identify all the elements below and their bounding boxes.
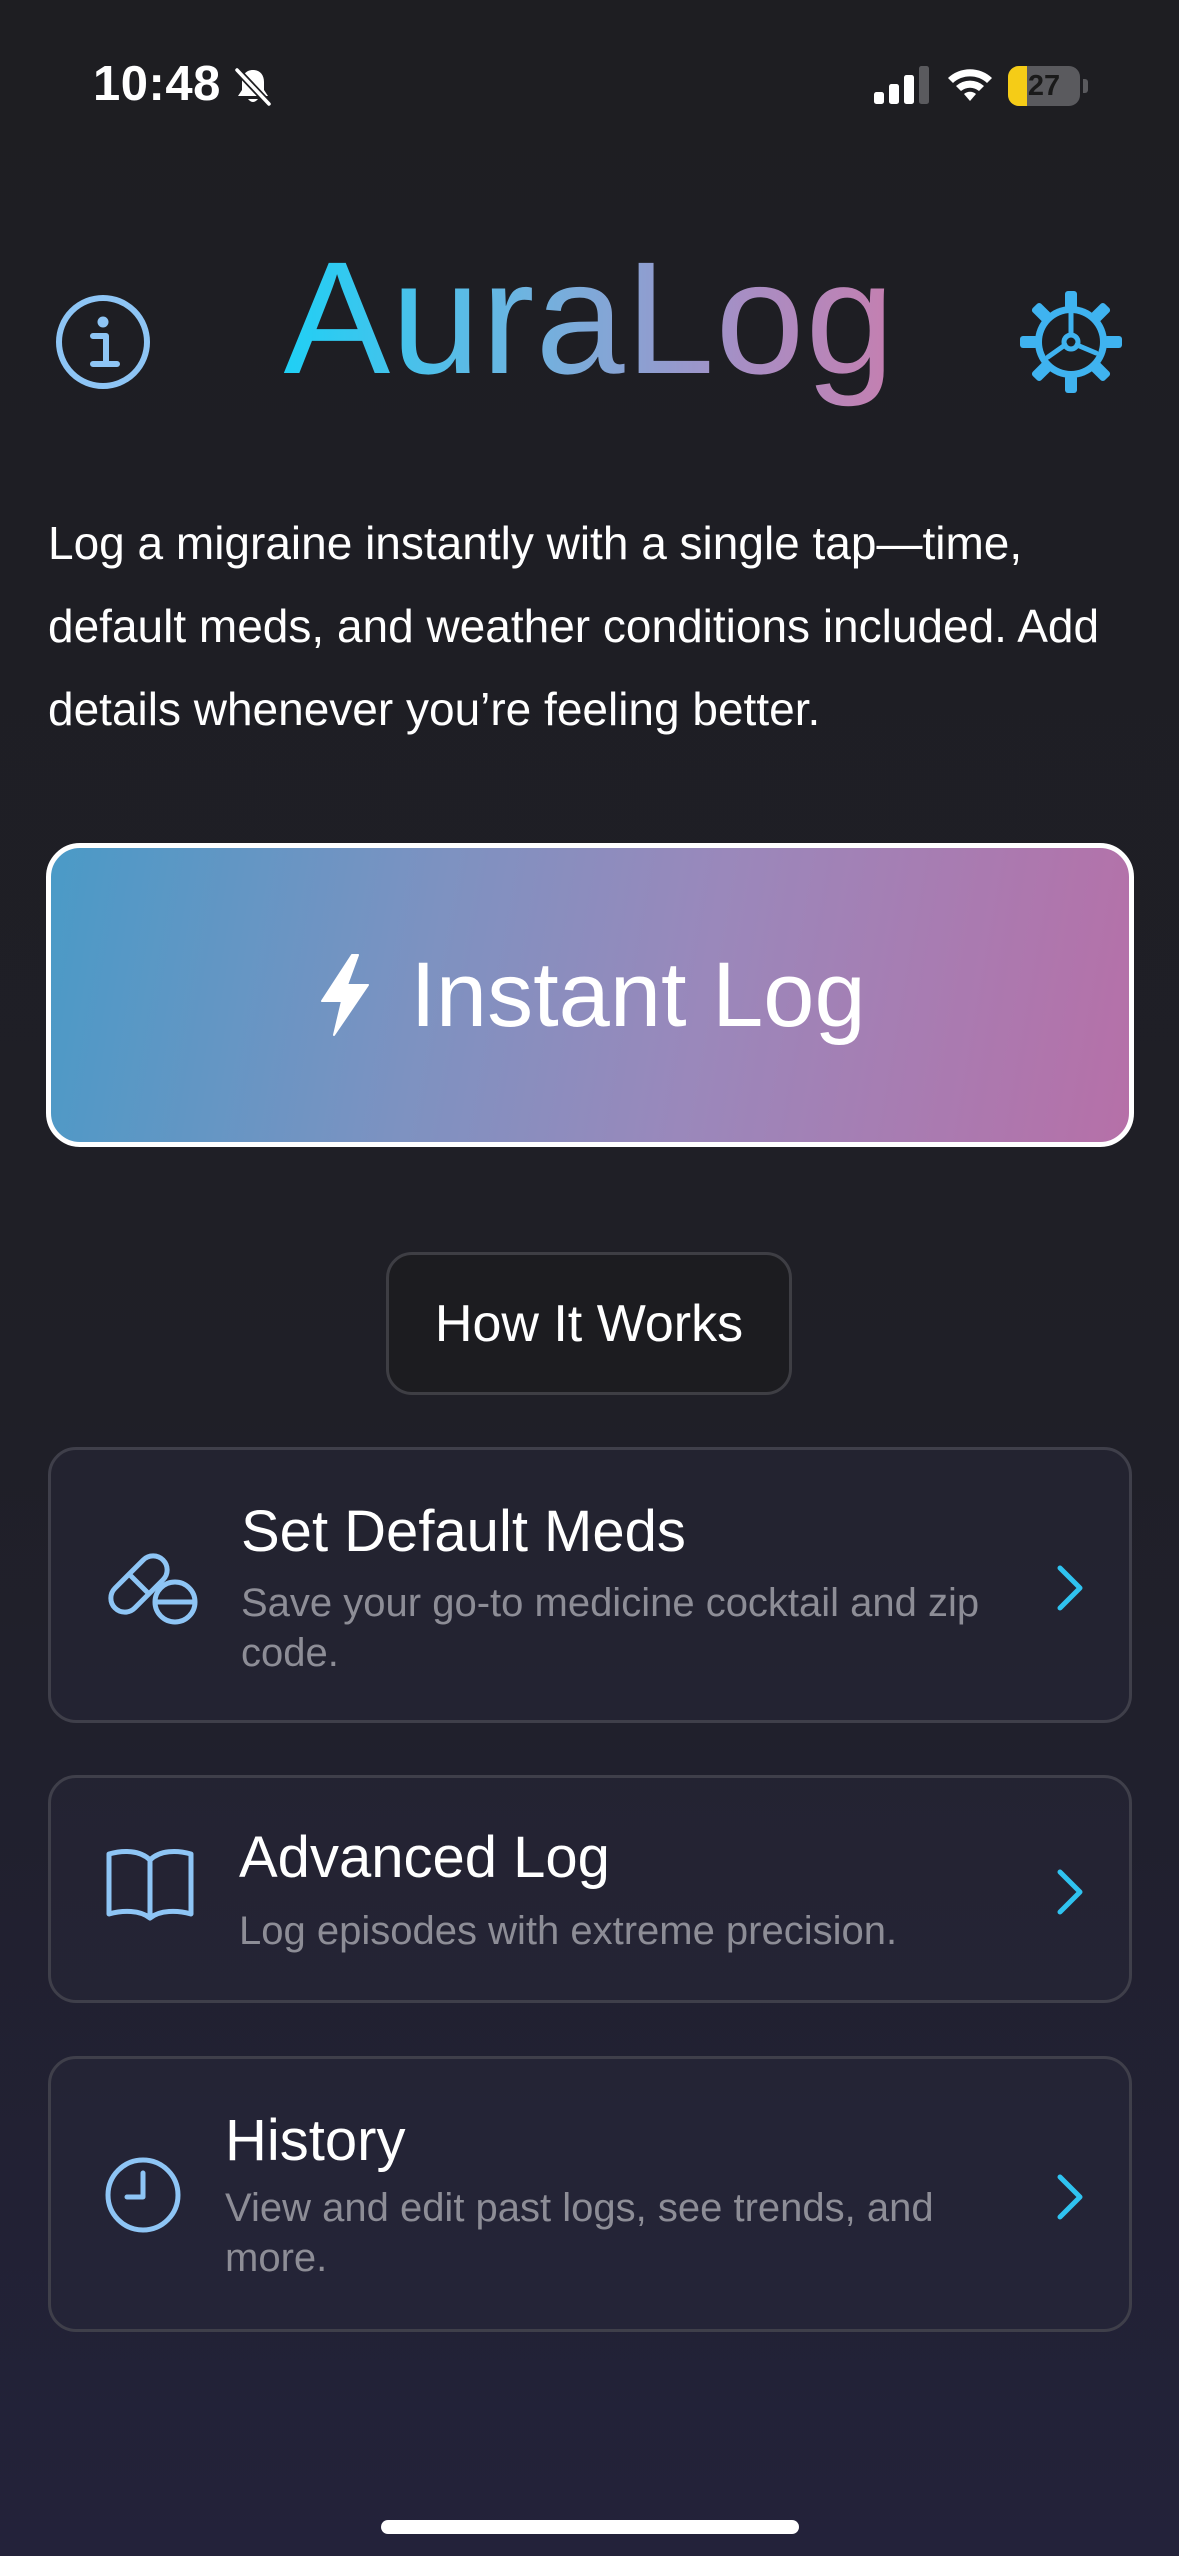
pills-icon <box>108 1553 198 1625</box>
app-title-text: AuraLog <box>283 228 896 407</box>
cellular-signal-icon <box>874 66 929 104</box>
status-bar: 10:48 27 <box>0 0 1179 175</box>
chevron-right-icon <box>1057 2174 1083 2220</box>
settings-button[interactable] <box>1018 289 1124 395</box>
instant-log-button[interactable]: Instant Log <box>46 843 1134 1147</box>
chevron-right-icon <box>1057 1869 1083 1915</box>
history-card[interactable]: History View and edit past logs, see tre… <box>48 2056 1132 2332</box>
history-subtitle: View and edit past logs, see trends, and… <box>225 2186 934 2280</box>
clock-icon <box>105 2157 181 2233</box>
advanced-log-card[interactable]: Advanced Log Log episodes with extreme p… <box>48 1775 1132 2003</box>
advanced-log-title: Advanced Log <box>239 1825 610 1890</box>
wifi-icon <box>948 69 992 101</box>
chevron-right-icon <box>1057 1565 1083 1611</box>
history-title: History <box>225 2108 406 2173</box>
set-default-meds-title: Set Default Meds <box>241 1499 686 1564</box>
how-it-works-label: How It Works <box>434 1294 744 1353</box>
bell-slash-icon <box>234 67 272 107</box>
battery-level: 27 <box>1027 70 1061 102</box>
set-default-meds-card[interactable]: Set Default Meds Save your go-to medicin… <box>48 1447 1132 1723</box>
book-icon <box>106 1849 194 1921</box>
battery-icon: 27 <box>1008 66 1088 106</box>
home-indicator[interactable] <box>381 2520 799 2534</box>
app-description: Log a migraine instantly with a single t… <box>48 517 1100 735</box>
bolt-icon <box>321 954 370 1036</box>
instant-log-label: Instant Log <box>410 943 866 1046</box>
how-it-works-button[interactable]: How It Works <box>386 1252 792 1395</box>
advanced-log-subtitle: Log episodes with extreme precision. <box>239 1909 898 1953</box>
gear-icon <box>1020 291 1122 393</box>
status-time: 10:48 <box>93 57 221 111</box>
app-title: AuraLog <box>0 228 1179 408</box>
set-default-meds-subtitle: Save your go-to medicine cocktail and zi… <box>241 1581 980 1675</box>
